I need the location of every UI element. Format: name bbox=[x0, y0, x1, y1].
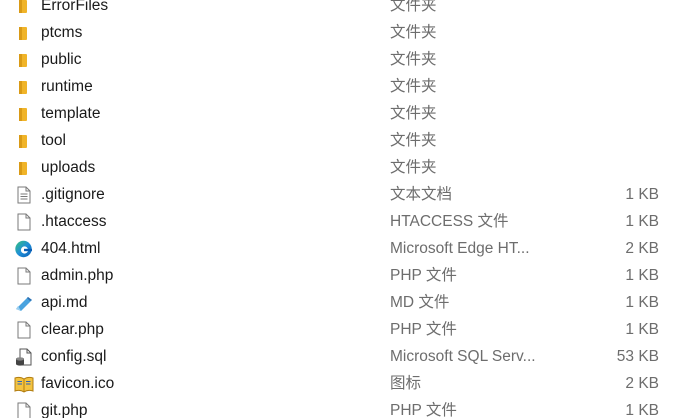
file-type: Microsoft Edge HT... bbox=[390, 240, 530, 257]
icon-file-icon bbox=[14, 375, 34, 393]
file-size: 1 KB bbox=[625, 186, 659, 203]
folder-icon bbox=[14, 132, 34, 150]
folder-icon bbox=[14, 51, 34, 69]
file-name: public bbox=[41, 51, 82, 68]
folder-icon bbox=[14, 24, 34, 42]
file-type: 文件夹 bbox=[390, 51, 437, 68]
markdown-file-icon bbox=[14, 294, 34, 312]
file-type: 文本文档 bbox=[390, 186, 453, 203]
blank-file-icon bbox=[14, 213, 34, 231]
file-size: 1 KB bbox=[625, 267, 659, 284]
file-name: 404.html bbox=[41, 240, 101, 257]
file-row[interactable]: runtime 文件夹 bbox=[0, 73, 676, 100]
file-type: MD 文件 bbox=[390, 294, 450, 311]
file-size: 2 KB bbox=[625, 240, 659, 257]
file-name: .htaccess bbox=[41, 213, 107, 230]
file-type: HTACCESS 文件 bbox=[390, 213, 509, 230]
file-name: clear.php bbox=[41, 321, 104, 338]
file-type: PHP 文件 bbox=[390, 267, 457, 284]
file-list: ErrorFiles 文件夹 ptcms 文件夹 public 文件夹 runt… bbox=[0, 0, 676, 418]
folder-icon bbox=[14, 105, 34, 123]
file-type: 文件夹 bbox=[390, 132, 437, 149]
file-name: favicon.ico bbox=[41, 375, 115, 392]
file-type: Microsoft SQL Serv... bbox=[390, 348, 536, 365]
file-size: 1 KB bbox=[625, 294, 659, 311]
file-name: ErrorFiles bbox=[41, 0, 109, 14]
file-row[interactable]: config.sql Microsoft SQL Serv... 53 KB bbox=[0, 343, 676, 370]
file-type: 文件夹 bbox=[390, 0, 437, 14]
file-size: 1 KB bbox=[625, 321, 659, 338]
blank-file-icon bbox=[14, 321, 34, 339]
file-row[interactable]: 404.html Microsoft Edge HT... 2 KB bbox=[0, 235, 676, 262]
file-type: PHP 文件 bbox=[390, 321, 457, 338]
file-row[interactable]: favicon.ico 图标 2 KB bbox=[0, 370, 676, 397]
file-name: admin.php bbox=[41, 267, 114, 284]
folder-icon bbox=[14, 0, 34, 15]
file-row[interactable]: clear.php PHP 文件 1 KB bbox=[0, 316, 676, 343]
file-row[interactable]: public 文件夹 bbox=[0, 46, 676, 73]
folder-icon bbox=[14, 78, 34, 96]
file-name: tool bbox=[41, 132, 66, 149]
file-row[interactable]: git.php PHP 文件 1 KB bbox=[0, 397, 676, 418]
file-row[interactable]: template 文件夹 bbox=[0, 100, 676, 127]
file-row[interactable]: .gitignore 文本文档 1 KB bbox=[0, 181, 676, 208]
file-name: git.php bbox=[41, 402, 88, 418]
file-name: uploads bbox=[41, 159, 96, 176]
file-type: 文件夹 bbox=[390, 78, 437, 95]
file-name: api.md bbox=[41, 294, 88, 311]
file-size: 2 KB bbox=[625, 375, 659, 392]
file-type: 图标 bbox=[390, 375, 422, 392]
file-row[interactable]: .htaccess HTACCESS 文件 1 KB bbox=[0, 208, 676, 235]
file-name: ptcms bbox=[41, 24, 83, 41]
file-name: runtime bbox=[41, 78, 93, 95]
file-row[interactable]: uploads 文件夹 bbox=[0, 154, 676, 181]
file-row[interactable]: ErrorFiles 文件夹 bbox=[0, 0, 676, 19]
folder-icon bbox=[14, 159, 34, 177]
file-size: 1 KB bbox=[625, 402, 659, 418]
file-type: 文件夹 bbox=[390, 24, 437, 41]
file-name: .gitignore bbox=[41, 186, 105, 203]
file-size: 1 KB bbox=[625, 213, 659, 230]
edge-icon bbox=[14, 240, 34, 258]
file-size: 53 KB bbox=[616, 348, 659, 365]
blank-file-icon bbox=[14, 402, 34, 418]
file-type: 文件夹 bbox=[390, 159, 437, 176]
text-document-icon bbox=[14, 186, 34, 204]
file-name: config.sql bbox=[41, 348, 107, 365]
file-name: template bbox=[41, 105, 101, 122]
file-row[interactable]: tool 文件夹 bbox=[0, 127, 676, 154]
file-type: PHP 文件 bbox=[390, 402, 457, 418]
sql-file-icon bbox=[14, 348, 34, 366]
file-row[interactable]: ptcms 文件夹 bbox=[0, 19, 676, 46]
file-type: 文件夹 bbox=[390, 105, 437, 122]
file-row[interactable]: api.md MD 文件 1 KB bbox=[0, 289, 676, 316]
blank-file-icon bbox=[14, 267, 34, 285]
file-row[interactable]: admin.php PHP 文件 1 KB bbox=[0, 262, 676, 289]
